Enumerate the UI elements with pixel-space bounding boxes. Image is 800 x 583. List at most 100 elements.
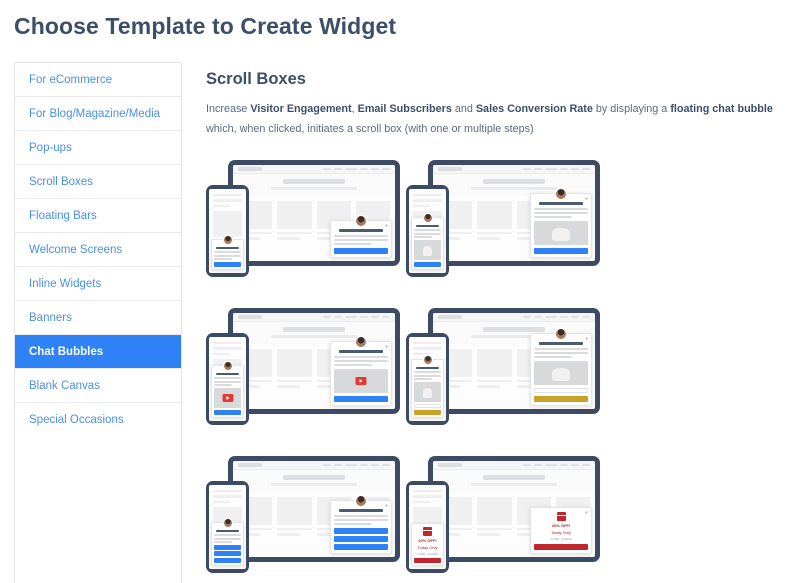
widget-cta-button[interactable] [334,543,388,550]
page-title: Choose Template to Create Widget [14,13,397,39]
description-emphasis: Email Subscribers [357,103,452,115]
template-card-chat-bubble-welcome-photo[interactable] [406,154,606,302]
widget-preview-desktop[interactable] [330,494,392,554]
widget-preview-mobile[interactable] [411,354,444,418]
widget-avatar [422,354,433,365]
widget-preview-desktop[interactable] [530,327,592,406]
widget-cta-button[interactable] [334,535,388,542]
mock-phone-text [209,485,246,504]
widget-preview-desktop[interactable]: 20% OFF! Today Only CODE: SAVE20 [530,506,592,554]
widget-cta-button[interactable] [534,543,588,550]
widget-avatar [222,517,233,528]
mock-site-logo [438,462,462,467]
widget-email-field[interactable] [414,403,441,408]
widget-cta-button[interactable] [414,557,441,563]
widget-photo [534,360,588,385]
sidebar-item-for-ecommerce[interactable]: For eCommerce [15,63,181,97]
widget-preview-desktop[interactable] [330,214,392,258]
widget-cta-button[interactable] [214,551,241,557]
sidebar-item-banners[interactable]: Banners [15,301,181,335]
play-icon[interactable] [222,393,233,402]
mock-phone-text [209,189,246,208]
mock-site-navbar [233,312,395,322]
widget-preview-desktop[interactable] [530,187,592,258]
mock-site-nav-links [323,167,390,171]
widget-preview-desktop[interactable] [330,335,392,406]
widget-avatar [355,335,367,348]
mock-site-hero [433,469,595,492]
widget-cta-button[interactable] [214,409,241,415]
widget-video-thumbnail [214,387,241,408]
widget-preview-mobile[interactable] [211,234,244,270]
widget-close-icon[interactable] [585,336,588,340]
widget-cta-button[interactable] [214,544,241,550]
section-description: Increase Visitor Engagement, Email Subsc… [206,100,791,140]
mock-phone-text [409,337,446,356]
phone-mockup: 20% OFF! Today Only CODE: SAVE20 [406,480,449,573]
sidebar-item-scroll-boxes[interactable]: Scroll Boxes [15,165,181,199]
widget-photo [414,239,441,260]
mock-phone-text [209,337,246,356]
widget-close-icon[interactable] [385,344,388,348]
widget-preview-mobile[interactable] [211,360,244,418]
template-chooser-page: Choose Template to Create Widget For eCo… [0,0,800,583]
sidebar-item-for-blog-magazine-media[interactable]: For Blog/Magazine/Media [15,97,181,131]
widget-close-icon[interactable] [585,196,588,200]
description-text: and [451,103,476,115]
mock-site-nav-links [323,463,390,467]
mock-site-logo [238,462,262,467]
phone-mockup [206,480,249,573]
offer-fineprint: CODE: SAVE20 [550,536,572,541]
sidebar-item-special-occasions[interactable]: Special Occasions [15,403,181,437]
play-icon[interactable] [355,376,367,385]
mock-site-logo [438,166,462,171]
mock-site-navbar [233,460,395,470]
template-card-chat-bubble-discount-offer[interactable]: 20% OFF! Today Only CODE: SAVE20 20% OFF… [406,450,606,583]
sidebar-item-pop-ups[interactable]: Pop-ups [15,131,181,165]
offer-subhead: Today Only [550,529,571,535]
widget-cta-button[interactable] [534,247,588,254]
widget-close-icon[interactable] [585,510,588,514]
main-panel: Scroll Boxes Increase Visitor Engagement… [182,62,800,583]
sidebar-item-floating-bars[interactable]: Floating Bars [15,199,181,233]
sidebar-item-blank-canvas[interactable]: Blank Canvas [15,369,181,403]
description-emphasis: Visitor Engagement [250,103,352,115]
widget-cta-button[interactable] [214,557,241,563]
template-card-chat-bubble-multi-choice[interactable] [206,450,406,583]
template-card-chat-bubble-simple-blue[interactable] [206,154,406,302]
widget-cta-button[interactable] [334,247,388,254]
widget-avatar [222,360,233,371]
widget-avatar [422,212,433,223]
widget-cta-button[interactable] [214,261,241,267]
offer-headline: 20% OFF! [551,522,571,528]
description-text: Increase [206,103,251,115]
template-card-chat-bubble-free-training-gold[interactable] [406,302,606,450]
desktop-mockup [228,455,400,562]
category-sidebar: For eCommerce For Blog/Magazine/Media Pop-… [14,62,182,583]
widget-cta-button[interactable] [334,527,388,534]
widget-preview-mobile[interactable] [211,517,244,566]
widget-preview-mobile[interactable] [411,212,444,270]
template-card-chat-bubble-new-features-video[interactable] [206,302,406,450]
widget-cta-button[interactable] [334,395,388,402]
widget-email-field[interactable] [534,387,588,393]
widget-cta-button[interactable] [534,395,588,402]
widget-cta-button[interactable] [414,409,441,415]
widget-preview-mobile[interactable]: 20% OFF! Today Only CODE: SAVE20 [411,522,444,566]
description-text: by displaying a [592,103,671,115]
mock-site-nav-links [523,463,590,467]
desktop-mockup [428,307,600,414]
sidebar-item-welcome-screens[interactable]: Welcome Screens [15,233,181,267]
sidebar-item-inline-widgets[interactable]: Inline Widgets [15,267,181,301]
sidebar-item-chat-bubbles[interactable]: Chat Bubbles [15,335,181,369]
mock-site-nav-links [523,315,590,319]
widget-close-icon[interactable] [385,223,388,227]
mock-phone-image [213,211,242,238]
gift-icon [556,511,566,521]
desktop-mockup [228,307,400,414]
widget-close-icon[interactable] [385,503,388,507]
mock-site-logo [238,166,262,171]
widget-cta-button[interactable] [414,261,441,267]
phone-mockup [206,332,249,425]
section-title: Scroll Boxes [206,70,306,88]
